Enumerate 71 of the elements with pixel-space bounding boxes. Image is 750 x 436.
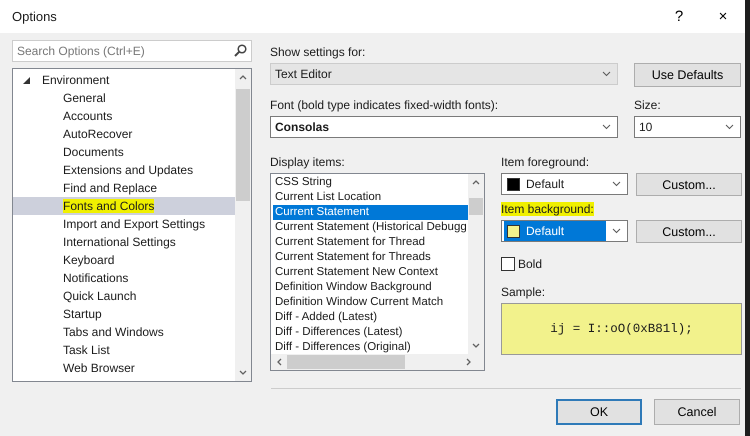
color-label: Item foreground: <box>501 155 590 169</box>
scrollbar[interactable] <box>235 69 251 381</box>
font-label: Font (bold type indicates fixed-width fonts): <box>270 98 498 112</box>
color-dropdown[interactable]: Default <box>501 220 628 242</box>
scroll-left-icon[interactable] <box>275 358 283 366</box>
scrollbar-thumb[interactable] <box>469 198 483 215</box>
caret-icon <box>612 181 621 187</box>
tree-item[interactable]: Accounts <box>13 107 235 125</box>
tree-item[interactable]: Web Browser <box>13 359 235 377</box>
tree-item[interactable]: Import and Export Settings <box>13 215 235 233</box>
show-settings-label: Show settings for: <box>270 45 366 59</box>
bold-label: Bold <box>518 257 542 271</box>
list-item[interactable]: Current Statement for Threads <box>273 250 468 265</box>
list-item[interactable]: Diff - Differences (Original) <box>273 340 468 354</box>
list-item[interactable]: Current Statement New Context <box>273 265 468 280</box>
sample-label: Sample: <box>501 285 546 299</box>
bold-checkbox[interactable] <box>501 257 515 271</box>
tree-item[interactable]: Environment <box>13 71 235 89</box>
list-item[interactable]: CSS String <box>273 175 468 190</box>
list-item[interactable]: Current Statement <box>273 205 468 220</box>
tree-item[interactable]: General <box>13 89 235 107</box>
tree-item[interactable]: International Settings <box>13 233 235 251</box>
list-item[interactable]: Diff - Differences (Latest) <box>273 325 468 340</box>
cancel-button[interactable]: Cancel <box>654 399 740 425</box>
scrollbar[interactable] <box>271 354 484 370</box>
list-item[interactable]: Current Statement for Thread <box>273 235 468 250</box>
search-icon <box>234 44 247 57</box>
scrollbar[interactable] <box>468 174 484 354</box>
window-title: Options <box>12 9 58 24</box>
tree-item[interactable]: Startup <box>13 305 235 323</box>
tree-item[interactable]: AutoRecover <box>13 125 235 143</box>
caret-icon <box>602 71 611 77</box>
close-button[interactable]: × <box>701 0 745 33</box>
color-label: Item background: <box>501 202 594 216</box>
list-item[interactable]: Definition Window Current Match <box>273 295 468 310</box>
use-defaults-button[interactable]: Use Defaults <box>634 63 741 87</box>
list-item[interactable]: Current Statement (Historical Debugg <box>273 220 468 235</box>
custom-button[interactable]: Custom... <box>636 173 742 196</box>
tree-item[interactable]: Find and Replace <box>13 179 235 197</box>
custom-button[interactable]: Custom... <box>636 220 742 243</box>
tree-item[interactable]: Fonts and Colors <box>13 197 235 215</box>
list-item[interactable]: Definition Window Background <box>273 280 468 295</box>
font-dropdown[interactable]: Consolas <box>270 116 618 138</box>
display-items-label: Display items: <box>270 155 345 169</box>
scroll-up-icon[interactable] <box>472 178 480 186</box>
scrollbar-thumb[interactable] <box>287 355 405 369</box>
tree-item[interactable]: Notifications <box>13 269 235 287</box>
help-button[interactable]: ? <box>657 0 701 33</box>
sample-preview: ij = I::oO(0xB81l); <box>501 303 742 355</box>
tree-item[interactable]: Tabs and Windows <box>13 323 235 341</box>
list-item[interactable]: Current List Location <box>273 190 468 205</box>
expanded-triangle-icon[interactable] <box>23 76 30 84</box>
caret-icon <box>602 124 611 130</box>
scroll-right-icon[interactable] <box>465 358 473 366</box>
tree-item[interactable]: Task List <box>13 341 235 359</box>
caret-icon <box>725 124 734 130</box>
tree-item[interactable]: Documents <box>13 143 235 161</box>
tree-item[interactable]: Keyboard <box>13 251 235 269</box>
size-label: Size: <box>634 98 661 112</box>
search-field[interactable]: Search Options (Ctrl+E) <box>12 40 252 62</box>
ok-button[interactable]: OK <box>556 399 642 425</box>
scroll-down-icon[interactable] <box>239 369 247 377</box>
caret-icon <box>612 228 621 234</box>
scroll-down-icon[interactable] <box>472 342 480 350</box>
color-dropdown[interactable]: Default <box>501 173 628 195</box>
tree-item[interactable]: Extensions and Updates <box>13 161 235 179</box>
tree-item[interactable]: Quick Launch <box>13 287 235 305</box>
list-item[interactable]: Diff - Added (Latest) <box>273 310 468 325</box>
size-dropdown[interactable]: 10 <box>634 116 741 138</box>
scrollbar-thumb[interactable] <box>236 89 250 201</box>
scroll-up-icon[interactable] <box>239 73 247 81</box>
